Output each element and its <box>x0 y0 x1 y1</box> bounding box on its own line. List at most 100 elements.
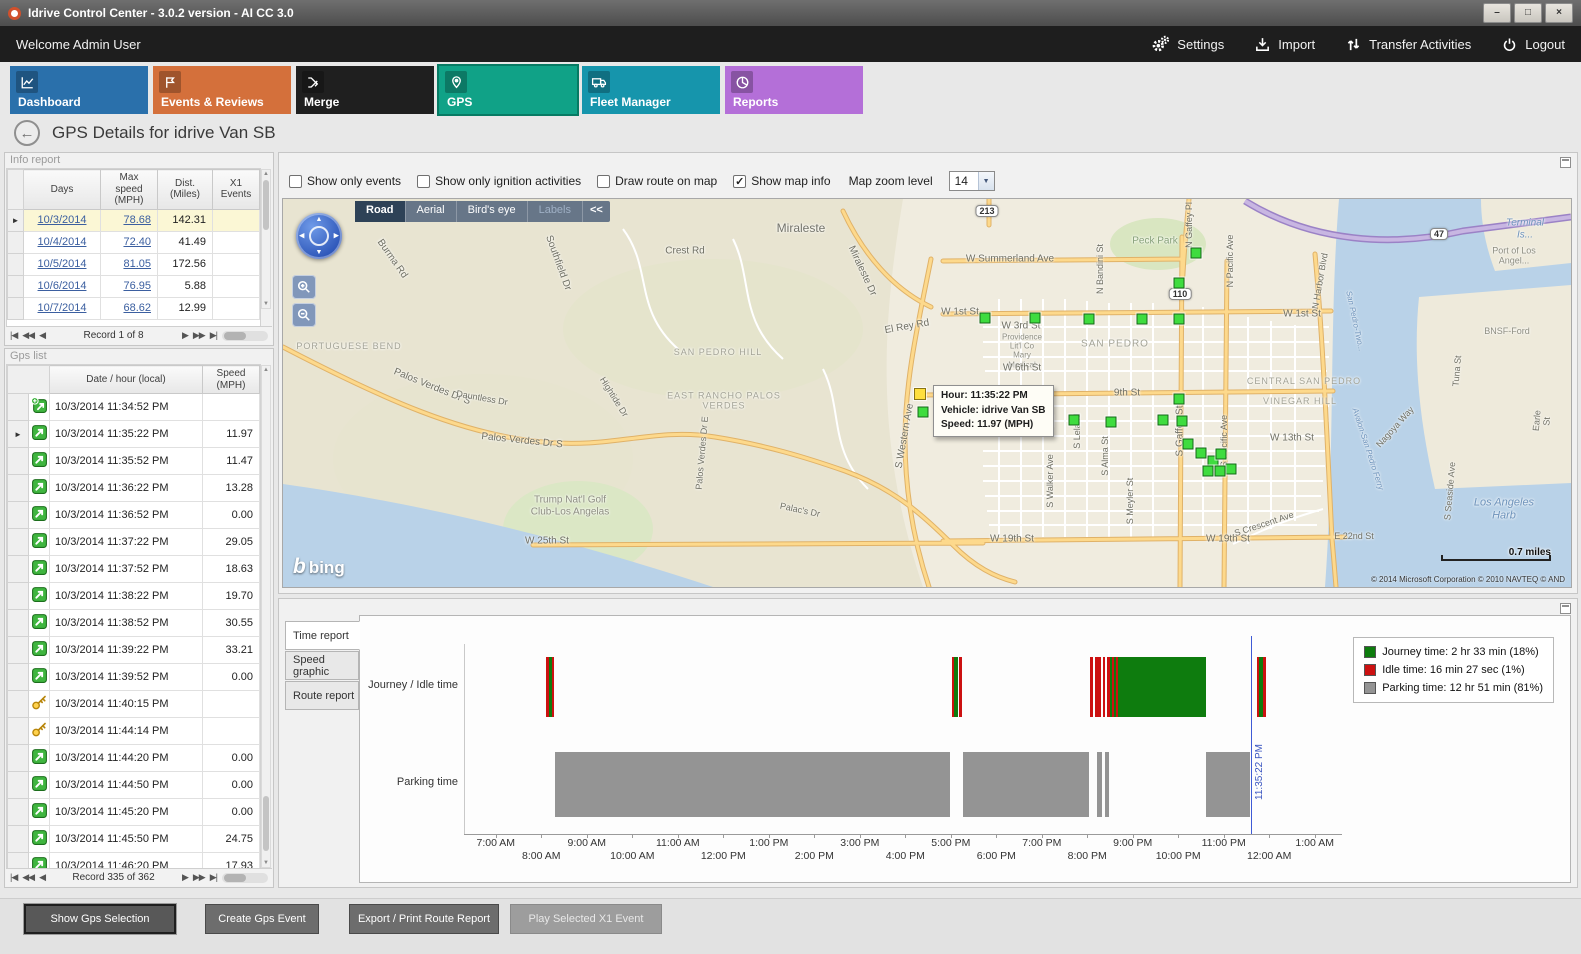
info-report-scrollbar[interactable]: ▲▼ <box>261 169 271 309</box>
gps-list-row[interactable]: 10/3/2014 11:44:20 PM0.00 <box>8 745 260 772</box>
nav-tile-fleet-manager[interactable]: Fleet Manager <box>582 66 720 114</box>
pager-next-button[interactable]: ▶ <box>182 330 188 341</box>
day-link[interactable]: 10/3/2014 <box>38 214 87 226</box>
gps-list-row[interactable]: 10/3/2014 11:36:52 PM0.00 <box>8 502 260 529</box>
gps-list-row[interactable]: 10/3/2014 11:46:20 PM17.93 <box>8 853 260 870</box>
gps-list-row[interactable]: ►10/3/2014 11:35:22 PM11.97 <box>8 421 260 448</box>
gps-marker[interactable] <box>1183 439 1194 450</box>
column-header[interactable]: X1 Events <box>213 170 260 210</box>
checkbox-box-icon[interactable]: ✓ <box>733 175 746 188</box>
pager-last-button[interactable]: ▶| <box>210 330 217 341</box>
max-speed-link[interactable]: 68.62 <box>123 302 151 314</box>
logout-button[interactable]: Logout <box>1501 36 1565 53</box>
gps-marker[interactable] <box>1174 314 1185 325</box>
map-style-tab-bird-s-eye[interactable]: Bird's eye <box>456 201 527 222</box>
back-button[interactable]: ← <box>14 120 40 146</box>
column-header[interactable]: Max speed (MPH) <box>101 170 158 210</box>
map-tabs-collapse-button[interactable]: << <box>582 201 610 222</box>
chart-tab-speed-graphic[interactable]: Speed graphic <box>285 651 359 680</box>
max-speed-link[interactable]: 81.05 <box>123 258 151 270</box>
gps-marker[interactable] <box>980 313 991 324</box>
zoom-in-button[interactable] <box>292 275 316 299</box>
gps-list-row[interactable]: 10/3/2014 11:38:22 PM19.70 <box>8 583 260 610</box>
gps-list-row[interactable]: 10/3/2014 11:45:20 PM0.00 <box>8 799 260 826</box>
gps-marker[interactable] <box>1030 313 1041 324</box>
gps-marker[interactable] <box>1215 466 1226 477</box>
gps-list-row[interactable]: 10/3/2014 11:38:52 PM30.55 <box>8 610 260 637</box>
panel-collapse-icon[interactable] <box>1560 157 1571 168</box>
day-link[interactable]: 10/5/2014 <box>38 258 87 270</box>
gps-list-row[interactable]: 10/3/2014 11:36:22 PM13.28 <box>8 475 260 502</box>
pan-east-icon[interactable]: ▶ <box>334 233 339 240</box>
pan-south-icon[interactable]: ▼ <box>316 249 323 256</box>
gps-list-row[interactable]: 10/3/2014 11:39:52 PM0.00 <box>8 664 260 691</box>
gps-marker[interactable] <box>918 407 929 418</box>
nav-tile-gps[interactable]: GPS <box>439 66 577 114</box>
gps-list-row[interactable]: 10/3/2014 11:44:50 PM0.00 <box>8 772 260 799</box>
pan-north-icon[interactable]: ▲ <box>316 216 323 223</box>
checkbox-draw-route-on-map[interactable]: Draw route on map <box>597 174 717 188</box>
info-report-row[interactable]: ►10/3/201478.68142.31 <box>8 209 260 231</box>
selected-gps-marker[interactable] <box>914 388 926 400</box>
column-header[interactable]: Dist. (Miles) <box>158 170 213 210</box>
gps-list-row[interactable]: 10/3/2014 11:40:15 PM <box>8 691 260 718</box>
gps-marker[interactable] <box>1158 415 1169 426</box>
checkbox-show-only-events[interactable]: Show only events <box>289 174 401 188</box>
panel-collapse-icon[interactable] <box>1560 603 1571 614</box>
map-style-tab-labels[interactable]: Labels <box>527 201 582 222</box>
gps-marker[interactable] <box>1203 466 1214 477</box>
checkbox-box-icon[interactable] <box>597 175 610 188</box>
info-report-row[interactable]: 10/5/201481.05172.56 <box>8 253 260 275</box>
pager-first-button[interactable]: |◀ <box>10 872 17 883</box>
max-speed-link[interactable]: 72.40 <box>123 236 151 248</box>
info-report-row[interactable]: 10/7/201468.6212.99 <box>8 297 260 319</box>
export-print-route-report-button[interactable]: Export / Print Route Report <box>349 904 499 934</box>
checkbox-show-only-ignition-activities[interactable]: Show only ignition activities <box>417 174 581 188</box>
maximize-button[interactable]: □ <box>1514 3 1542 23</box>
pager-next-button[interactable]: ▶ <box>182 872 188 883</box>
info-report-row[interactable]: 10/4/201472.4041.49 <box>8 231 260 253</box>
nav-tile-merge[interactable]: Merge <box>296 66 434 114</box>
pager-prev-button[interactable]: ◀ <box>39 330 45 341</box>
nav-tile-reports[interactable]: Reports <box>725 66 863 114</box>
gps-marker[interactable] <box>1174 394 1185 405</box>
gps-marker[interactable] <box>1106 417 1117 428</box>
map-canvas[interactable]: MiralestePeck ParkW Summerland AveCrest … <box>282 198 1572 588</box>
pager-prev-fast-button[interactable]: ◀◀ <box>22 872 34 883</box>
chevron-down-icon[interactable]: ▼ <box>978 172 994 190</box>
transfer-activities-button[interactable]: Transfer Activities <box>1345 36 1471 53</box>
show-gps-selection-button[interactable]: Show Gps Selection <box>24 904 176 934</box>
gps-marker[interactable] <box>1216 449 1227 460</box>
close-button[interactable]: × <box>1545 3 1573 23</box>
pan-west-icon[interactable]: ◀ <box>299 233 304 240</box>
gps-list-row[interactable]: 10/3/2014 11:45:50 PM24.75 <box>8 826 260 853</box>
pager-scrollbar[interactable] <box>222 331 268 341</box>
pager-scrollbar[interactable] <box>222 873 268 883</box>
gps-list-scrollbar[interactable]: ▲▼ <box>261 365 271 868</box>
nav-tile-events-reviews[interactable]: Events & Reviews <box>153 66 291 114</box>
map-compass[interactable]: ▲ ▼ ◀ ▶ <box>296 213 342 259</box>
minimize-button[interactable]: – <box>1483 3 1511 23</box>
pager-prev-fast-button[interactable]: ◀◀ <box>22 330 34 341</box>
map-style-tab-aerial[interactable]: Aerial <box>405 201 456 222</box>
max-speed-link[interactable]: 78.68 <box>123 214 151 226</box>
day-link[interactable]: 10/6/2014 <box>38 280 87 292</box>
info-report-row[interactable]: 10/6/201476.955.88 <box>8 275 260 297</box>
settings-button[interactable]: Settings <box>1150 34 1224 54</box>
gps-marker[interactable] <box>1226 464 1237 475</box>
pager-last-button[interactable]: ▶| <box>210 872 217 883</box>
gps-marker[interactable] <box>1174 278 1185 289</box>
checkbox-box-icon[interactable] <box>289 175 302 188</box>
column-header[interactable]: Days <box>24 170 101 210</box>
map-style-tab-road[interactable]: Road <box>355 201 405 222</box>
chart-tab-route-report[interactable]: Route report <box>285 681 359 710</box>
gps-list-row[interactable]: 10/3/2014 11:37:52 PM18.63 <box>8 556 260 583</box>
checkbox-show-map-info[interactable]: ✓Show map info <box>733 174 830 188</box>
day-link[interactable]: 10/7/2014 <box>38 302 87 314</box>
gps-list-row[interactable]: 10/3/2014 11:44:14 PM <box>8 718 260 745</box>
gps-marker[interactable] <box>1069 415 1080 426</box>
import-button[interactable]: Import <box>1254 36 1315 53</box>
column-header[interactable]: Speed (MPH) <box>203 366 260 394</box>
max-speed-link[interactable]: 76.95 <box>123 280 151 292</box>
nav-tile-dashboard[interactable]: Dashboard <box>10 66 148 114</box>
